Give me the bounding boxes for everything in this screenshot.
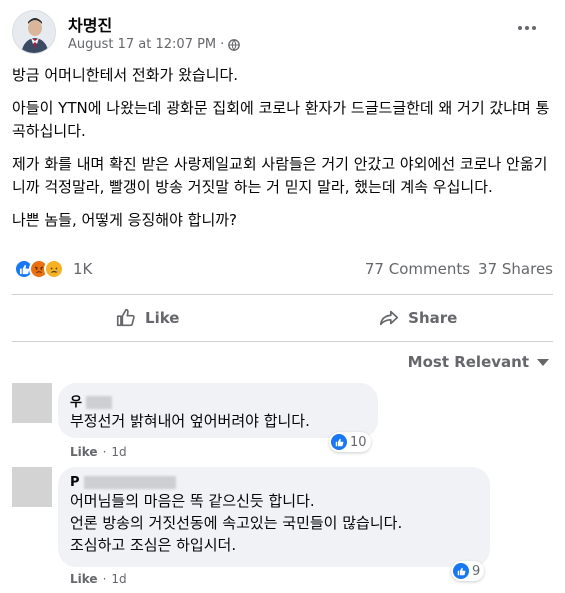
reaction-summary[interactable]: 1K (14, 259, 92, 279)
comment-text: 조심하고 조심은 하입시더. (70, 536, 237, 554)
comment-bubble: 우 부정선거 밝혀내어 엎어버려야 합니다. (58, 383, 378, 438)
post-body: 방금 어머니한테서 전화가 왔습니다. 아들이 YTN에 나왔는데 광화문 집회… (12, 64, 557, 242)
post-stats: 1K 77 Comments 37 Shares (12, 257, 553, 283)
post-paragraph: 아들이 YTN에 나왔는데 광화문 집회에 코로나 환자가 드글드글한데 왜 거… (12, 99, 550, 140)
comment-text: 언론 방송의 거짓선동에 속고있는 국민들이 많습니다. (70, 514, 403, 532)
commenter-avatar[interactable] (12, 383, 52, 423)
footer-separator: · (102, 445, 107, 459)
more-dot (532, 26, 536, 30)
comment-like-link[interactable]: Like (70, 572, 98, 586)
sad-reaction-icon (44, 259, 64, 279)
redacted-name (83, 476, 176, 489)
comment-footer: Like · 1d (70, 572, 127, 586)
comment-like-count: 9 (472, 563, 481, 579)
thumbs-up-icon (116, 308, 135, 327)
reaction-count: 1K (73, 260, 93, 278)
comment-like-badge[interactable]: 9 (451, 561, 485, 581)
redacted-name (85, 396, 112, 409)
comment-footer: Like · 1d (70, 445, 127, 459)
footer-separator: · (102, 572, 107, 586)
comment-like-count: 10 (350, 434, 367, 450)
like-button-label: Like (145, 309, 180, 327)
commenter-name[interactable]: 우 (70, 391, 366, 410)
post-paragraph: 방금 어머니한테서 전화가 왔습니다. (12, 66, 239, 84)
comment-text: 어머님들의 마음은 똑 같으신듯 합니다. (70, 492, 315, 510)
comment-sort-dropdown[interactable]: Most Relevant (408, 353, 549, 371)
more-dot (518, 26, 522, 30)
meta-separator: · (220, 37, 225, 52)
comments-count-link[interactable]: 77 Comments (365, 260, 470, 278)
post-paragraph: 나쁜 놈들, 어떻게 응징해야 합니까? (12, 211, 238, 229)
sort-label: Most Relevant (407, 353, 529, 371)
post-meta: August 17 at 12:07 PM · (68, 37, 241, 52)
commenter-name[interactable]: P (70, 475, 478, 490)
comment-like-link[interactable]: Like (70, 445, 98, 459)
comment-age[interactable]: 1d (111, 445, 126, 459)
author-name[interactable]: 차명진 (68, 12, 112, 36)
post-action-bar: Like Share (12, 294, 553, 342)
more-dot (525, 26, 529, 30)
comment-like-badge[interactable]: 10 (329, 432, 371, 452)
shares-count-link[interactable]: 37 Shares (478, 260, 553, 278)
comment-bubble: P 어머님들의 마음은 똑 같으신듯 합니다. 언론 방송의 거짓선동에 속고있… (58, 467, 490, 567)
share-arrow-icon (380, 310, 399, 326)
author-photo (13, 11, 55, 53)
commenter-initial: P (70, 475, 80, 490)
engagement-counts: 77 Comments 37 Shares (365, 260, 553, 278)
like-reaction-icon (453, 563, 469, 579)
commenter-initial: 우 (70, 395, 82, 410)
commenter-avatar[interactable] (12, 467, 52, 507)
comment-age[interactable]: 1d (111, 572, 126, 586)
comment-text: 부정선거 밝혀내어 엎어버려야 합니다. (70, 412, 310, 430)
post-date[interactable]: August 17 at 12:07 PM (68, 37, 216, 52)
post-paragraph: 제가 화를 내며 확진 받은 사랑제일교회 사람들은 거기 안갔고 야외에선 코… (12, 155, 548, 196)
post-header: 차명진 August 17 at 12:07 PM · (12, 10, 553, 58)
share-button[interactable]: Share (283, 295, 554, 341)
share-button-label: Share (408, 309, 458, 327)
dropdown-caret-icon (537, 358, 549, 366)
author-avatar[interactable] (12, 10, 56, 54)
more-options-button[interactable] (515, 16, 539, 40)
like-reaction-icon (331, 434, 347, 450)
like-button[interactable]: Like (12, 295, 283, 341)
globe-icon (228, 38, 241, 51)
